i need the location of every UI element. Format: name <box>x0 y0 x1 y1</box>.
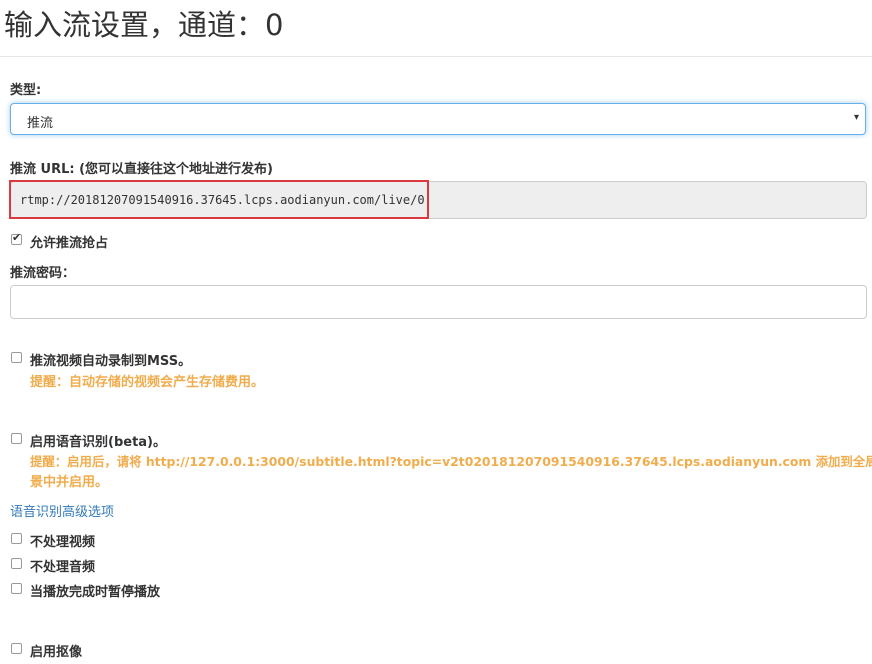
no-video-label: 不处理视频 <box>30 535 96 550</box>
chevron-down-icon: ▾ <box>853 112 859 123</box>
pause-on-finish-label: 当播放完成时暂停播放 <box>30 585 161 600</box>
type-select[interactable]: 推流 ▾ <box>10 103 866 135</box>
password-label: 推流密码： <box>10 266 76 281</box>
pause-on-finish-checkbox[interactable] <box>11 583 22 594</box>
speech-recognition-checkbox[interactable] <box>11 433 22 444</box>
speech-hint-line1: 提醒：启用后，请将 http://127.0.0.1:3000/subtitle… <box>30 454 872 469</box>
speech-hint-line2: 景中并启用。 <box>30 475 109 490</box>
no-video-checkbox[interactable] <box>11 533 22 544</box>
allow-preempt-checkbox[interactable] <box>11 231 22 245</box>
type-label: 类型: <box>10 83 42 98</box>
allow-preempt-label: 允许推流抢占 <box>30 236 109 251</box>
speech-recognition-label: 启用语音识别(beta)。 <box>30 435 166 450</box>
auto-record-label: 推流视频自动录制到MSS。 <box>30 354 192 369</box>
url-highlight-box <box>9 180 429 219</box>
auto-record-hint: 提醒：自动存储的视频会产生存储费用。 <box>30 375 265 390</box>
page-title: 输入流设置，通道：0 <box>4 8 284 42</box>
password-input[interactable] <box>10 285 867 319</box>
type-select-value: 推流 <box>27 116 54 131</box>
no-audio-checkbox[interactable] <box>11 558 22 569</box>
header-divider <box>0 56 872 57</box>
push-url-label: 推流 URL: (您可以直接往这个地址进行发布) <box>10 162 273 177</box>
advanced-options-link[interactable]: 语音识别高级选项 <box>10 501 114 520</box>
chroma-key-label: 启用抠像 <box>30 645 83 660</box>
auto-record-checkbox[interactable] <box>11 352 22 363</box>
chroma-key-checkbox[interactable] <box>11 643 22 654</box>
no-audio-label: 不处理音频 <box>30 560 96 575</box>
